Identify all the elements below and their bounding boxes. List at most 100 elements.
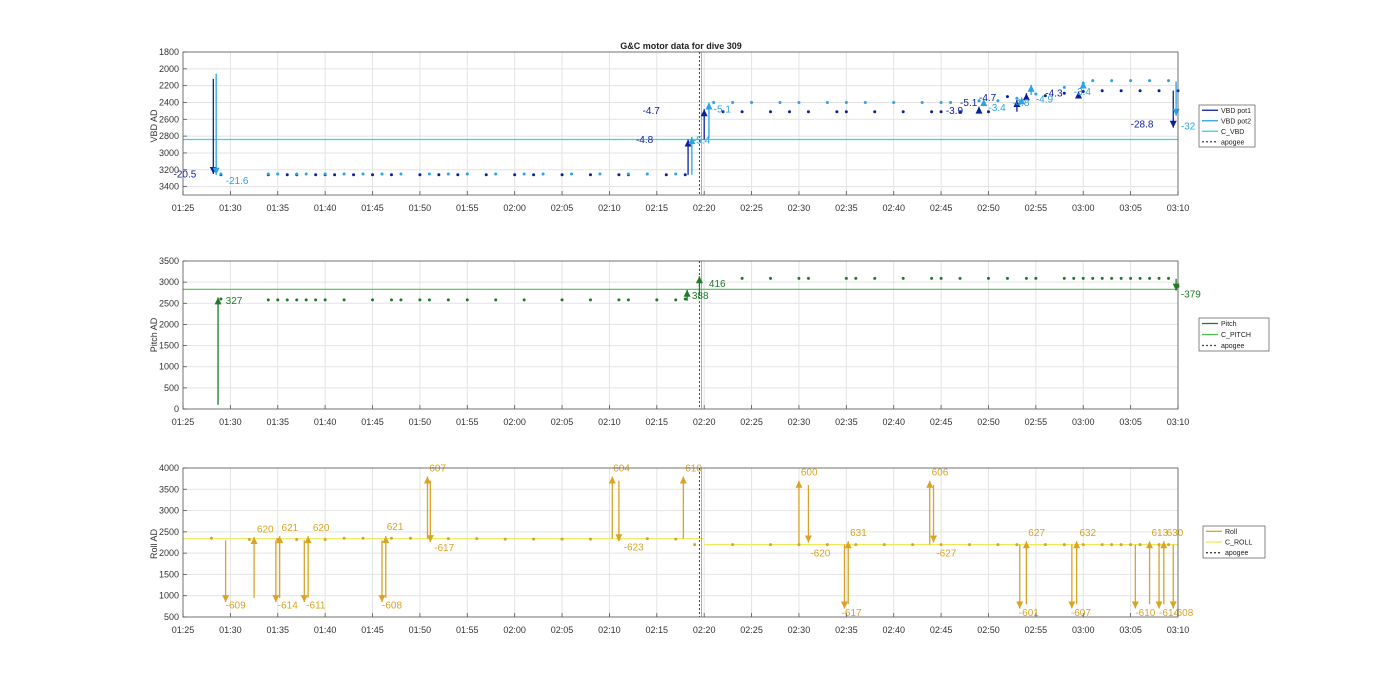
x-tick-label: 01:50 [409,625,432,635]
legend-label: apogee [1225,550,1248,557]
data-point [1062,276,1066,280]
x-tick-label: 03:00 [1072,417,1095,427]
legend-label: C_ROLL [1225,540,1252,547]
data-point [825,543,829,547]
data-point [712,100,716,104]
data-label: -5.4 [693,136,711,147]
x-tick-label: 01:30 [219,625,242,635]
x-tick-label: 02:45 [930,625,953,635]
data-point [740,276,744,280]
data-point [266,298,270,302]
data-label: -620 [810,549,830,560]
data-label: 600 [801,468,818,479]
data-point [882,543,886,547]
data-point [342,298,346,302]
data-point [1043,543,1047,547]
data-point [314,173,318,177]
data-point [494,172,498,176]
data-point [209,536,213,540]
data-point [787,110,791,114]
y-tick-label: 3200 [159,165,179,175]
y-tick-label: 3500 [159,256,179,266]
data-point [806,276,810,280]
x-tick-label: 01:55 [456,625,479,635]
data-point [598,172,602,176]
vbd-panel: VBD AD -20.5-21.6-4.7-4.8 -5.4-5.1 -3.9-5.… [149,47,1256,213]
data-label: -3.4 [988,103,1006,114]
data-point [427,298,431,302]
data-point [1005,95,1009,99]
data-point [1062,543,1066,547]
x-tick-label: 01:55 [456,417,479,427]
x-tick-label: 01:35 [266,203,289,213]
data-point [408,536,412,540]
x-tick-label: 02:55 [1025,625,1048,635]
data-point [1110,543,1114,547]
data-label: 621 [387,522,404,533]
x-tick-label: 02:05 [551,625,574,635]
data-point [901,110,905,114]
data-point [285,298,289,302]
y-tick-label: 2200 [159,81,179,91]
data-label: 327 [226,296,243,307]
data-point [295,538,299,542]
data-label: -4.8 [636,135,654,146]
x-tick-label: 02:35 [835,625,858,635]
x-tick-label: 01:50 [409,203,432,213]
data-point [645,172,649,176]
x-tick-label: 02:55 [1025,203,1048,213]
data-point [769,543,773,547]
data-point [939,110,943,114]
legend-label: VBD pot1 [1221,108,1251,115]
data-point [560,173,564,177]
data-point [626,172,630,176]
data-point [371,173,375,177]
y-tick-label: 500 [164,383,179,393]
data-point [617,298,621,302]
y-tick-label: 1800 [159,47,179,57]
data-point [617,173,621,177]
data-label: 631 [850,528,867,539]
x-tick-label: 01:55 [456,203,479,213]
x-tick-label: 02:45 [930,417,953,427]
data-point [1119,89,1123,93]
data-point [560,298,564,302]
data-label: -627 [936,549,956,560]
data-point [323,172,327,176]
data-point [276,172,280,176]
data-point [361,172,365,176]
x-tick-label: 02:05 [551,203,574,213]
data-point [503,537,507,541]
data-point [295,298,299,302]
x-tick-label: 02:40 [882,625,905,635]
x-tick-label: 02:15 [646,203,669,213]
data-point [333,173,337,177]
data-point [314,298,318,302]
data-point [854,276,858,280]
data-point [399,172,403,176]
x-tick-label: 02:20 [693,203,716,213]
data-point [825,100,829,104]
y-tick-label: 2000 [159,64,179,74]
data-label: -608 [1173,608,1193,619]
data-point [1157,276,1161,280]
x-tick-label: 02:30 [788,417,811,427]
data-point [731,100,735,104]
data-point [475,537,479,541]
data-label: 388 [692,291,709,302]
data-point [683,297,687,301]
y-tick-label: 1000 [159,591,179,601]
pitch-panel: Pitch AD 327 388416 -379 01:25 01:30 01:35 01:… [149,256,1270,427]
y-tick-label: 2600 [159,114,179,124]
legend-label: apogee [1221,139,1244,146]
data-label: 610 [685,463,702,474]
data-point [389,298,393,302]
data-point [323,538,327,542]
legend-label: Pitch [1221,321,1237,328]
data-point [437,173,441,177]
data-point [854,543,858,547]
data-point [1138,543,1142,547]
x-tick-label: 03:00 [1072,625,1095,635]
data-label: -623 [624,543,644,554]
data-point [930,110,934,114]
